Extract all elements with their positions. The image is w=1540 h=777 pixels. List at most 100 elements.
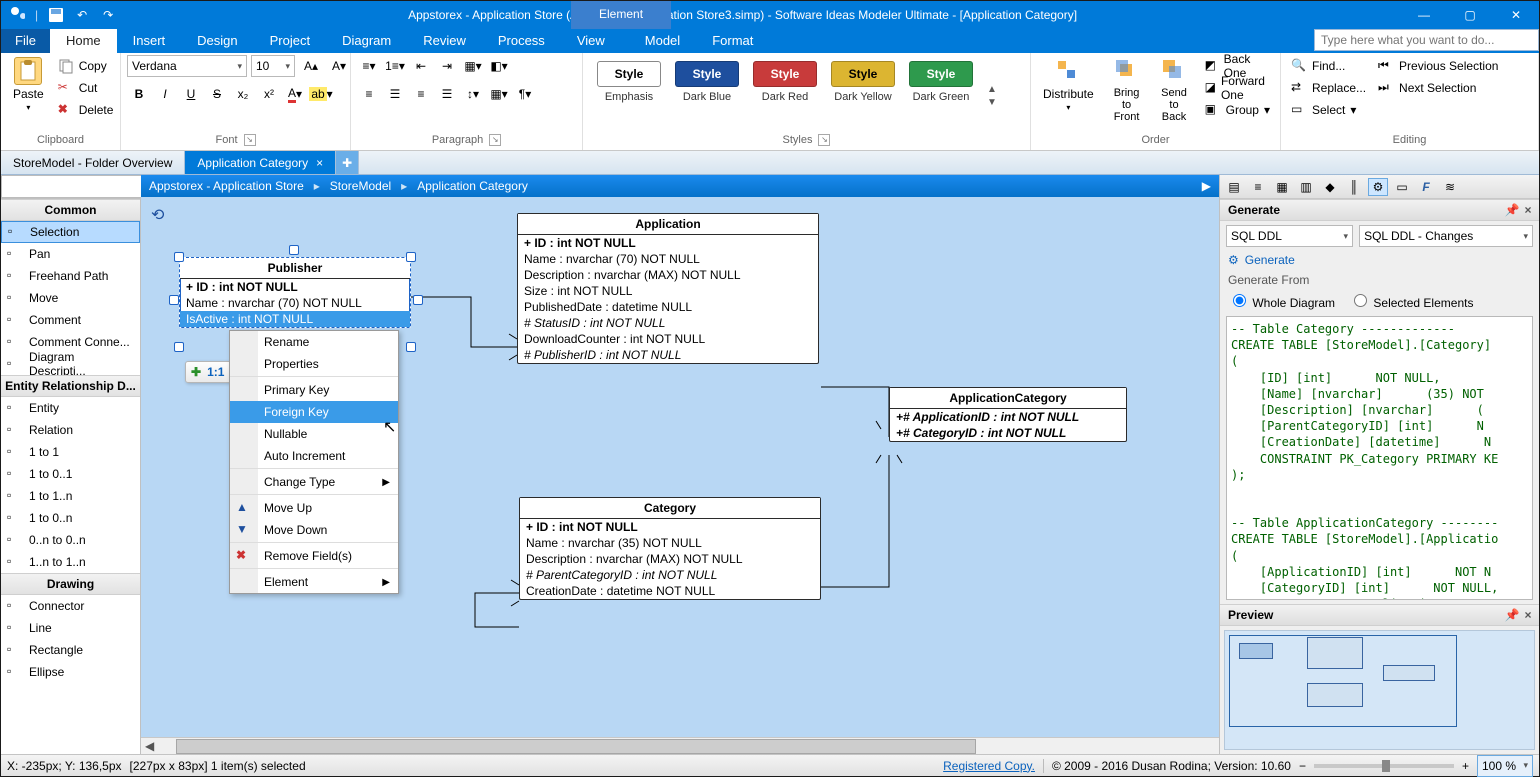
style-dark-red[interactable]: StyleDark Red bbox=[753, 61, 817, 103]
tab-design[interactable]: Design bbox=[181, 29, 253, 53]
generate-type-combo[interactable]: SQL DDL▾ bbox=[1226, 225, 1353, 247]
tool-freehand-path[interactable]: ▫Freehand Path bbox=[1, 265, 140, 287]
tool-1-to-0-1[interactable]: ▫1 to 0..1 bbox=[1, 463, 140, 485]
horizontal-scrollbar[interactable]: ◀ bbox=[141, 737, 1219, 754]
underline-button[interactable]: U bbox=[179, 83, 203, 105]
tool-1-to-1[interactable]: ▫1 to 1 bbox=[1, 441, 140, 463]
forward-one-button[interactable]: ◪Forward One bbox=[1201, 77, 1274, 99]
increase-font-icon[interactable]: A▴ bbox=[299, 55, 323, 77]
font-size-combo[interactable]: 10▾ bbox=[251, 55, 295, 77]
tool-rectangle[interactable]: ▫Rectangle bbox=[1, 639, 140, 661]
send-to-back-button[interactable]: Send to Back bbox=[1153, 55, 1194, 125]
bullets-button[interactable]: ≡▾ bbox=[357, 55, 381, 77]
ctx-remove-field-s-[interactable]: ✖Remove Field(s) bbox=[230, 545, 398, 569]
minimize-button[interactable]: — bbox=[1401, 1, 1447, 29]
undo-icon[interactable]: ↶ bbox=[74, 7, 90, 23]
preview-canvas[interactable] bbox=[1224, 630, 1535, 750]
tool-0-n-to-0-n[interactable]: ▫0..n to 0..n bbox=[1, 529, 140, 551]
sideicon-8[interactable]: ▭ bbox=[1392, 178, 1412, 196]
ctx-change-type[interactable]: Change Type▶ bbox=[230, 471, 398, 495]
breadcrumb-scroll-right-icon[interactable]: ▶ bbox=[1202, 179, 1211, 193]
ctx-properties[interactable]: Properties bbox=[230, 353, 398, 377]
select-button[interactable]: ▭Select ▾ bbox=[1287, 99, 1370, 121]
previous-selection-button[interactable]: ⏮Previous Selection bbox=[1374, 55, 1502, 77]
doc-tab-overview[interactable]: StoreModel - Folder Overview bbox=[1, 151, 185, 174]
style-emphasis[interactable]: StyleEmphasis bbox=[597, 61, 661, 103]
tool-selection[interactable]: ▫Selection bbox=[1, 221, 140, 243]
sideicon-6[interactable]: ║ bbox=[1344, 178, 1364, 196]
cut-button[interactable]: ✂Cut bbox=[54, 77, 118, 99]
next-selection-button[interactable]: ⏭Next Selection bbox=[1374, 77, 1502, 99]
tool-pan[interactable]: ▫Pan bbox=[1, 243, 140, 265]
diagram-canvas[interactable]: ⟲ Publisher + ID : int NOT NULL Nam bbox=[141, 197, 1219, 737]
tool-ellipse[interactable]: ▫Ellipse bbox=[1, 661, 140, 683]
styles-launcher[interactable]: ↘ bbox=[818, 134, 830, 146]
style-dark-blue[interactable]: StyleDark Blue bbox=[675, 61, 739, 103]
sideicon-3[interactable]: ▦ bbox=[1272, 178, 1292, 196]
close-tab-icon[interactable]: × bbox=[316, 156, 323, 170]
tool-relation[interactable]: ▫Relation bbox=[1, 419, 140, 441]
ctx-element[interactable]: Element▶ bbox=[230, 571, 398, 593]
radio-whole-diagram[interactable]: Whole Diagram bbox=[1228, 291, 1335, 310]
group-common[interactable]: Common bbox=[1, 199, 140, 221]
distribute-button[interactable]: Distribute▾ bbox=[1037, 55, 1100, 114]
tab-process[interactable]: Process bbox=[482, 29, 561, 53]
bold-button[interactable]: B bbox=[127, 83, 151, 105]
preview-pin-icon[interactable]: 📌 bbox=[1505, 608, 1519, 622]
add-icon[interactable]: ✚ bbox=[191, 365, 201, 379]
fill-button[interactable]: ◧▾ bbox=[487, 55, 511, 77]
subscript-button[interactable]: x₂ bbox=[231, 83, 255, 105]
pin-icon[interactable]: 📌 bbox=[1505, 203, 1519, 217]
zoom-combo[interactable]: 100 %▾ bbox=[1477, 755, 1533, 777]
field-isactive-selected[interactable]: IsActive : int NOT NULL bbox=[180, 311, 410, 327]
tool-entity[interactable]: ▫Entity bbox=[1, 397, 140, 419]
generate-mode-combo[interactable]: SQL DDL - Changes▾ bbox=[1359, 225, 1533, 247]
ctx-rename[interactable]: Rename bbox=[230, 331, 398, 353]
registered-link[interactable]: Registered Copy. bbox=[943, 759, 1035, 773]
context-tab-element[interactable]: Element bbox=[571, 1, 671, 29]
ctx-primary-key[interactable]: Primary Key bbox=[230, 379, 398, 401]
close-button[interactable]: ✕ bbox=[1493, 1, 1539, 29]
numbering-button[interactable]: 1≡▾ bbox=[383, 55, 407, 77]
ctx-foreign-key[interactable]: Foreign Key bbox=[230, 401, 398, 423]
align-left-button[interactable]: ≡ bbox=[357, 83, 381, 105]
copy-button[interactable]: Copy bbox=[54, 55, 118, 77]
ctx-move-down[interactable]: ▼Move Down bbox=[230, 519, 398, 543]
doc-tab-app-category[interactable]: Application Category× bbox=[185, 151, 336, 174]
help-search-input[interactable] bbox=[1314, 29, 1539, 51]
paragraph-launcher[interactable]: ↘ bbox=[489, 134, 501, 146]
font-family-combo[interactable]: Verdana▾ bbox=[127, 55, 247, 77]
align-justify-button[interactable]: ☰ bbox=[435, 83, 459, 105]
add-tab-button[interactable]: ✚ bbox=[336, 151, 359, 174]
cardinality-label[interactable]: 1:1 bbox=[207, 365, 224, 379]
style-dark-yellow[interactable]: StyleDark Yellow bbox=[831, 61, 895, 103]
font-color-button[interactable]: A▾ bbox=[283, 83, 307, 105]
generate-link[interactable]: ⚙Generate bbox=[1220, 251, 1539, 269]
tab-insert[interactable]: Insert bbox=[117, 29, 182, 53]
tool-comment[interactable]: ▫Comment bbox=[1, 309, 140, 331]
ctx-move-up[interactable]: ▲Move Up bbox=[230, 497, 398, 519]
entity-application[interactable]: Application + ID : int NOT NULL Name : n… bbox=[517, 213, 819, 364]
sideicon-1[interactable]: ▤ bbox=[1224, 178, 1244, 196]
group-erd[interactable]: Entity Relationship D... bbox=[1, 375, 140, 397]
sideicon-4[interactable]: ▥ bbox=[1296, 178, 1316, 196]
tool-connector[interactable]: ▫Connector bbox=[1, 595, 140, 617]
decrease-font-icon[interactable]: A▾ bbox=[327, 55, 351, 77]
crumb-root[interactable]: Appstorex - Application Store bbox=[149, 179, 304, 193]
entity-application-category[interactable]: ApplicationCategory +# ApplicationID : i… bbox=[889, 387, 1127, 442]
maximize-button[interactable]: ▢ bbox=[1447, 1, 1493, 29]
help-search[interactable] bbox=[1314, 29, 1539, 53]
align-center-button[interactable]: ☰ bbox=[383, 83, 407, 105]
tool-1-to-1-n[interactable]: ▫1 to 1..n bbox=[1, 485, 140, 507]
zoom-slider[interactable] bbox=[1314, 764, 1454, 768]
indent-dec-button[interactable]: ⇤ bbox=[409, 55, 433, 77]
entity-publisher[interactable]: Publisher + ID : int NOT NULL Name : nva… bbox=[179, 257, 411, 328]
tab-view[interactable]: View bbox=[561, 29, 621, 53]
crumb-diagram[interactable]: Application Category bbox=[417, 179, 528, 193]
ctx-nullable[interactable]: Nullable bbox=[230, 423, 398, 445]
bring-to-front-button[interactable]: Bring to Front bbox=[1106, 55, 1148, 125]
borders-button[interactable]: ▦▾ bbox=[461, 55, 485, 77]
refresh-icon[interactable]: ⟲ bbox=[151, 205, 164, 225]
tab-diagram[interactable]: Diagram bbox=[326, 29, 407, 53]
indent-inc-button[interactable]: ⇥ bbox=[435, 55, 459, 77]
